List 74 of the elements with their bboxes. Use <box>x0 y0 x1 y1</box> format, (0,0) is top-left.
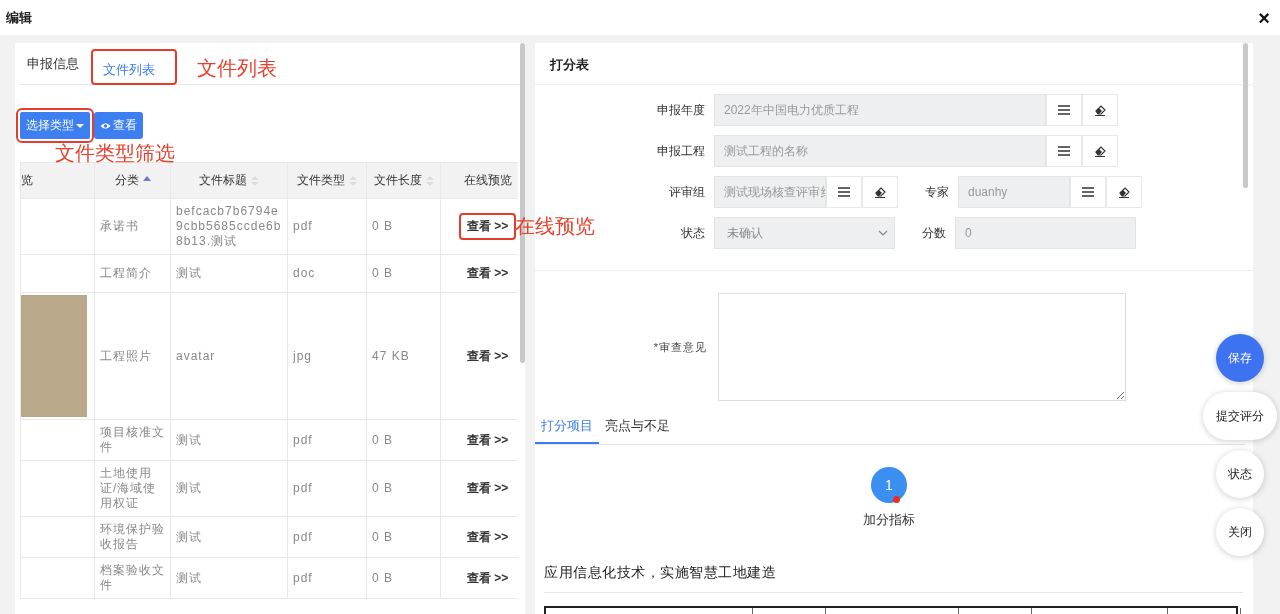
table-cell: pdf <box>287 516 367 558</box>
list-button[interactable] <box>1046 135 1082 167</box>
field-label: 专家 <box>924 183 949 201</box>
column-header[interactable]: 分类 <box>94 162 171 199</box>
table-cell: 测试 <box>170 419 288 461</box>
table-cell: avatar <box>170 292 288 420</box>
list-icon <box>1058 146 1070 156</box>
tab[interactable]: 文件列表 <box>91 48 177 85</box>
column-header[interactable]: 在线预览 <box>440 162 518 199</box>
chevron-down-icon <box>878 230 888 236</box>
eye-icon <box>100 121 111 130</box>
field-label: 申报工程 <box>656 142 705 160</box>
list-button[interactable] <box>1070 176 1106 208</box>
field-label: 状态 <box>680 224 705 242</box>
eraser-icon <box>1094 145 1106 157</box>
field-label: 分数 <box>921 224 946 242</box>
column-header[interactable]: 文件标题 <box>170 162 288 199</box>
column-header[interactable]: 览 <box>20 162 95 199</box>
table-cell: jpg <box>287 292 367 420</box>
table-cell: 测试 <box>170 460 288 517</box>
clear-button[interactable] <box>1082 135 1118 167</box>
table-cell: 0 B <box>366 557 441 599</box>
table-cell: pdf <box>287 460 367 517</box>
table-cell: 测试 <box>170 557 288 599</box>
preview-link[interactable]: 查看 >> <box>458 342 517 370</box>
eraser-icon <box>874 186 886 198</box>
scrollbar[interactable] <box>1243 43 1248 188</box>
table-cell: 测试 <box>170 254 288 293</box>
preview-link[interactable]: 查看 >> <box>458 213 517 240</box>
table-cell: pdf <box>287 557 367 599</box>
annotation-label: 文件列表 <box>197 56 277 81</box>
column-header[interactable]: 文件长度 <box>366 162 441 199</box>
table-cell: pdf <box>287 419 367 461</box>
field-label: 申报年度 <box>656 101 705 119</box>
list-button[interactable] <box>826 176 862 208</box>
clear-button[interactable] <box>862 176 898 208</box>
field-label: *审查意见 <box>652 339 707 355</box>
table-cell: 项目核准文件 <box>94 419 171 461</box>
table-cell: 工程简介 <box>94 254 171 293</box>
table-cell: 0 B <box>366 460 441 517</box>
table-cell: befcacb7b6794e9cbb5685ccde6b8b13.测试 <box>170 198 288 255</box>
table-cell: 47 KB <box>366 292 441 420</box>
table-cell: 0 B <box>366 516 441 558</box>
column-header[interactable]: 文件类型 <box>287 162 367 199</box>
view-button[interactable]: 查看 <box>94 112 143 139</box>
table-cell: 0 B <box>366 254 441 293</box>
list-icon <box>1082 187 1094 197</box>
close-button[interactable]: × <box>1254 7 1274 28</box>
table-cell: 土地使用证/海域使用权证 <box>94 460 171 517</box>
table-cell: 承诺书 <box>94 198 171 255</box>
table-cell: 环境保护验收报告 <box>94 516 171 558</box>
action-button[interactable]: 提交评分 <box>1203 392 1277 440</box>
step-label: 加分指标 <box>863 511 915 529</box>
tab[interactable]: 申报信息 <box>25 43 91 85</box>
table-cell: 0 B <box>366 419 441 461</box>
table-cell: pdf <box>287 198 367 255</box>
list-icon <box>838 187 850 197</box>
table-cell: 工程照片 <box>94 292 171 420</box>
tab[interactable]: 打分项目 <box>535 411 599 444</box>
list-icon <box>1058 105 1070 115</box>
table-cell: 档案验收文件 <box>94 557 171 599</box>
tab[interactable]: 亮点与不足 <box>599 411 676 444</box>
list-button[interactable] <box>1046 94 1082 126</box>
table-cell: 测试 <box>170 516 288 558</box>
clear-button[interactable] <box>1082 94 1118 126</box>
clear-button[interactable] <box>1106 176 1142 208</box>
annotation-label: 在线预览 <box>515 214 595 239</box>
section-title: 应用信息化技术，实施智慧工地建造 <box>544 564 1243 593</box>
field-label: 评审组 <box>668 183 705 201</box>
table-cell: 0 B <box>366 198 441 255</box>
window-title: 编辑 <box>6 8 32 27</box>
table-cell: doc <box>287 254 367 293</box>
eraser-icon <box>1094 104 1106 116</box>
eraser-icon <box>1118 186 1130 198</box>
